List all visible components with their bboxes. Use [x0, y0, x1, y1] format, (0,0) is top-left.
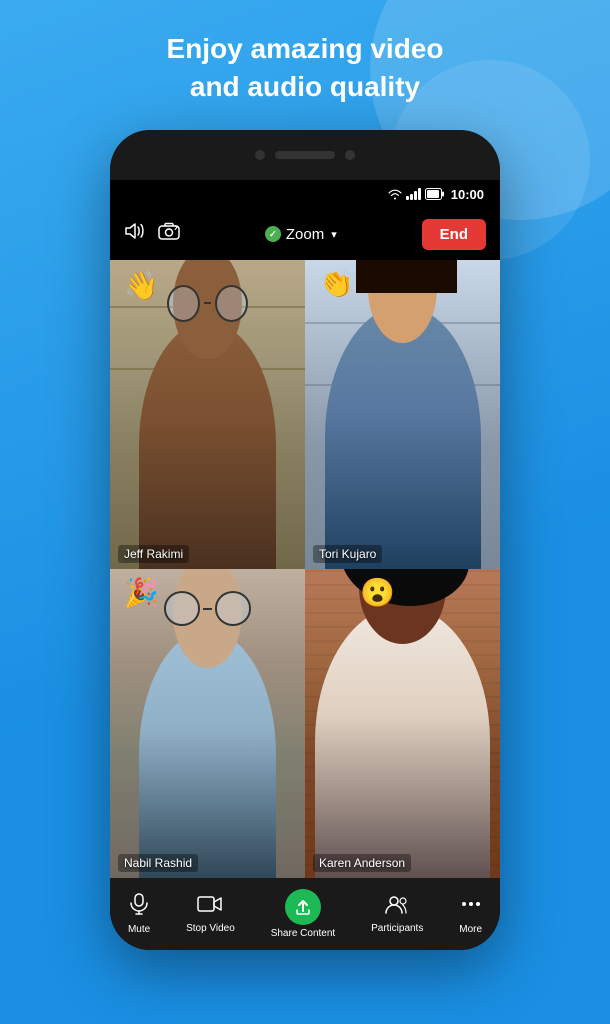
signal-icons	[388, 188, 445, 200]
participants-label: Participants	[371, 923, 423, 934]
end-call-button[interactable]: End	[422, 219, 486, 250]
headline: Enjoy amazing video and audio quality	[0, 30, 610, 106]
phone-speaker	[275, 151, 335, 159]
camera-flip-icon[interactable]	[158, 222, 180, 246]
status-time: 10:00	[451, 187, 484, 202]
video-cell-nabil: 🎉 Nabil Rashid	[110, 569, 305, 878]
mute-icon	[128, 893, 150, 921]
person-jeff	[139, 322, 276, 569]
bar-4	[418, 188, 421, 200]
nav-share-content[interactable]: Share Content	[263, 885, 344, 943]
person-nabil	[139, 631, 276, 878]
more-label: More	[459, 924, 482, 935]
zoom-label[interactable]: Zoom ▾	[265, 226, 337, 243]
nav-mute[interactable]: Mute	[120, 889, 158, 939]
reaction-jeff: 👋	[124, 272, 159, 300]
more-icon	[460, 893, 482, 921]
reaction-karen: 😮	[360, 579, 395, 607]
video-cell-karen: 😮 Karen Anderson	[305, 569, 500, 878]
mute-label: Mute	[128, 924, 150, 935]
video-cell-tori: 👏 Tori Kujaro	[305, 260, 500, 569]
phone-frame: 10:00	[110, 130, 500, 950]
participants-icon	[384, 894, 410, 920]
share-content-icon	[285, 889, 321, 925]
nav-more[interactable]: More	[451, 889, 490, 939]
front-camera	[255, 150, 265, 160]
name-jeff: Jeff Rakimi	[118, 545, 189, 563]
app-toolbar: Zoom ▾ End	[110, 208, 500, 260]
bar-2	[410, 194, 413, 200]
zoom-active-dot	[265, 226, 281, 242]
bar-3	[414, 191, 417, 200]
front-camera-2	[345, 150, 355, 160]
person-karen	[315, 606, 491, 878]
zoom-chevron-icon: ▾	[331, 228, 337, 241]
phone-top-bar	[110, 130, 500, 180]
bottom-nav: Mute Stop Video	[110, 878, 500, 950]
nav-stop-video[interactable]: Stop Video	[178, 890, 243, 938]
reaction-nabil: 🎉	[124, 579, 159, 607]
bar-1	[406, 196, 409, 200]
nav-participants[interactable]: Participants	[363, 890, 431, 938]
name-karen: Karen Anderson	[313, 854, 411, 872]
wifi-icon	[388, 188, 402, 200]
headline-line1: Enjoy amazing video	[167, 33, 444, 64]
signal-bars-icon	[406, 188, 421, 200]
name-tori: Tori Kujaro	[313, 545, 382, 563]
video-cell-jeff: 👋 Jeff Rakimi	[110, 260, 305, 569]
status-bar: 10:00	[110, 180, 500, 208]
battery-icon	[425, 188, 445, 200]
stop-video-icon	[197, 894, 223, 920]
stop-video-label: Stop Video	[186, 923, 235, 934]
headline-line2: and audio quality	[190, 71, 420, 102]
share-content-label: Share Content	[271, 928, 336, 939]
reaction-tori: 👏	[319, 270, 354, 298]
video-grid: 👋 Jeff Rakimi 👏 To	[110, 260, 500, 878]
name-nabil: Nabil Rashid	[118, 854, 198, 872]
zoom-text: Zoom	[286, 226, 324, 243]
person-tori	[325, 306, 481, 569]
phone-screen: 10:00	[110, 180, 500, 950]
speaker-icon[interactable]	[124, 222, 146, 246]
